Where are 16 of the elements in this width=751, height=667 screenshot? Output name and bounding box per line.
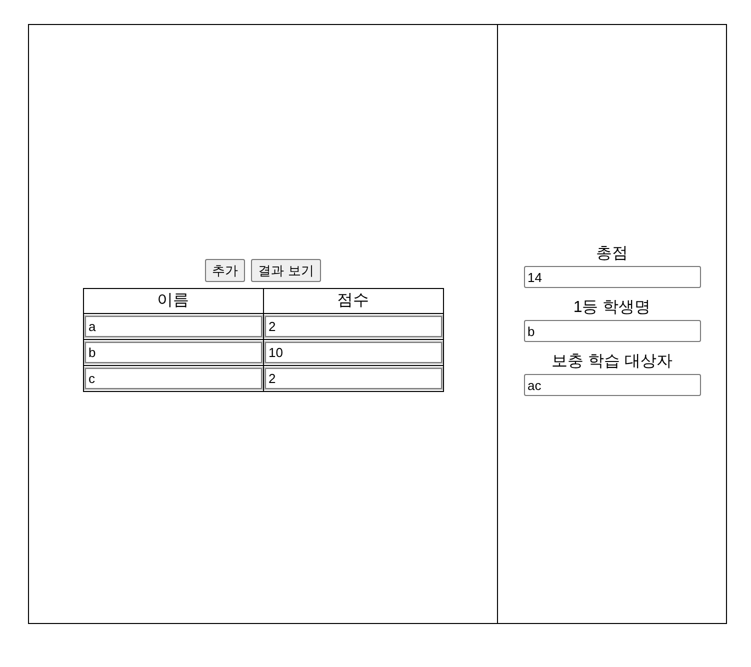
result-field[interactable]: ac	[524, 374, 700, 396]
score-input[interactable]: 10	[264, 342, 442, 362]
result-field[interactable]: 14	[524, 266, 700, 288]
name-input[interactable]: a	[84, 316, 262, 336]
result-label: 총점	[596, 244, 628, 264]
column-header: 점수	[337, 292, 369, 309]
name-input[interactable]: c	[84, 368, 262, 388]
action-button[interactable]: 결과 보기	[251, 258, 321, 282]
result-label: 보충 학습 대상자	[552, 352, 672, 372]
result-field[interactable]: b	[524, 320, 700, 342]
column-header: 이름	[157, 292, 189, 309]
score-input[interactable]: 2	[264, 368, 442, 388]
action-button[interactable]: 추가	[205, 258, 246, 282]
result-label: 1등 학생명	[573, 298, 651, 318]
score-input[interactable]: 2	[264, 316, 442, 336]
name-input[interactable]: b	[84, 342, 262, 362]
